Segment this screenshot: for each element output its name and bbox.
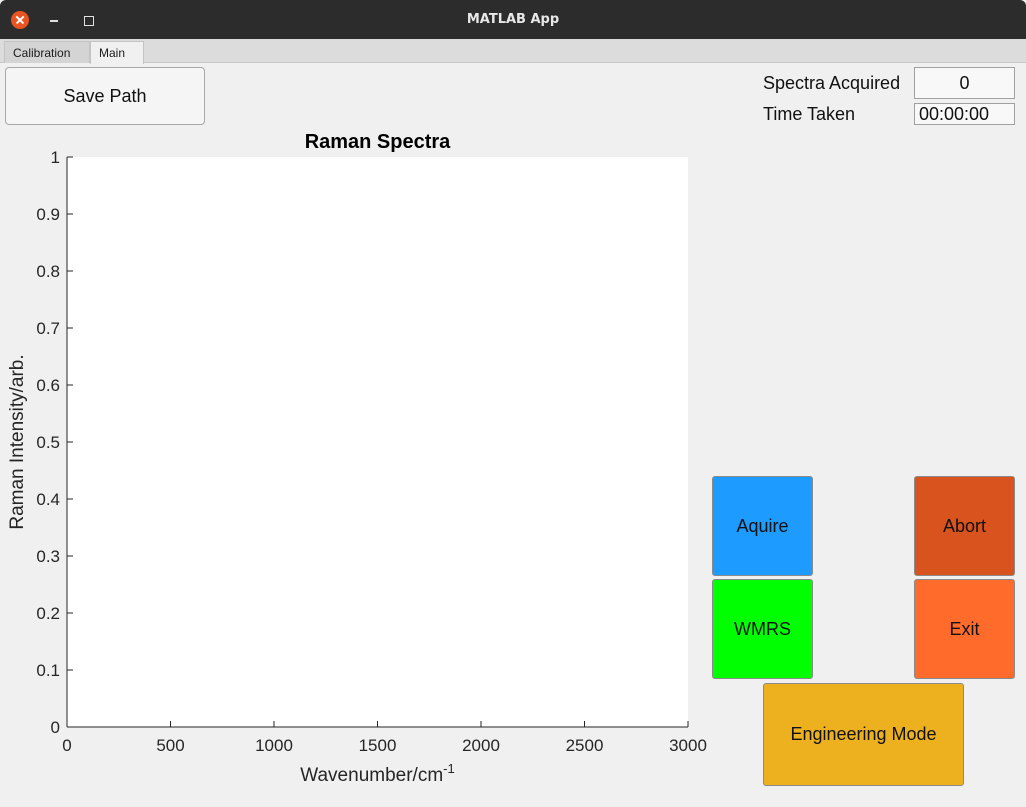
y-tick-label: 0.1 (36, 661, 60, 680)
x-tick-label: 0 (62, 736, 71, 755)
abort-button[interactable]: Abort (914, 476, 1015, 576)
exit-button[interactable]: Exit (914, 579, 1015, 679)
y-tick-label: 1 (51, 148, 60, 167)
y-tick-label: 0.7 (36, 319, 60, 338)
y-tick-label: 0.8 (36, 262, 60, 281)
y-tick-label: 0.6 (36, 376, 60, 395)
y-tick-label: 0.9 (36, 205, 60, 224)
window-title: MATLAB App (466, 12, 560, 27)
x-tick-label: 2500 (566, 736, 604, 755)
x-tick-label: 1500 (359, 736, 397, 755)
engineering-mode-button[interactable]: Engineering Mode (763, 683, 964, 786)
y-axis-label: Raman Intensity/arb. (7, 354, 28, 529)
y-tick-label: 0.3 (36, 547, 60, 566)
y-tick-label: 0.5 (36, 433, 60, 452)
x-axis-label: Wavenumber/cm-1 (300, 761, 454, 786)
time-taken-field: 00:00:00 (914, 103, 1015, 125)
spectra-acquired-label: Spectra Acquired (763, 73, 901, 93)
wmrs-button[interactable]: WMRS (712, 579, 813, 679)
plot-area (67, 157, 688, 727)
tab-main[interactable]: Main (90, 41, 144, 64)
save-path-button[interactable]: Save Path (5, 67, 205, 125)
x-tick-label: 1000 (255, 736, 293, 755)
x-tick-label: 2000 (462, 736, 500, 755)
y-tick-label: 0.4 (36, 490, 60, 509)
y-tick-label: 0 (51, 718, 60, 737)
x-tick-label: 3000 (669, 736, 707, 755)
chart-title: Raman Spectra (305, 131, 451, 153)
acquire-button[interactable]: Aquire (712, 476, 813, 576)
x-tick-label: 500 (156, 736, 184, 755)
window-titlebar: MATLAB App (0, 0, 1026, 39)
raman-spectra-chart: 0 500 1000 1500 2000 2500 3000 0 0.1 0.2 0.3 0.4 0.5… (7, 131, 707, 786)
tab-calibration[interactable]: Calibration (4, 41, 90, 63)
tab-strip: Calibration Main (0, 39, 1026, 64)
y-tick-label: 0.2 (36, 604, 60, 623)
spectra-acquired-field: 0 (914, 67, 1015, 99)
time-taken-label: Time Taken (763, 104, 856, 124)
